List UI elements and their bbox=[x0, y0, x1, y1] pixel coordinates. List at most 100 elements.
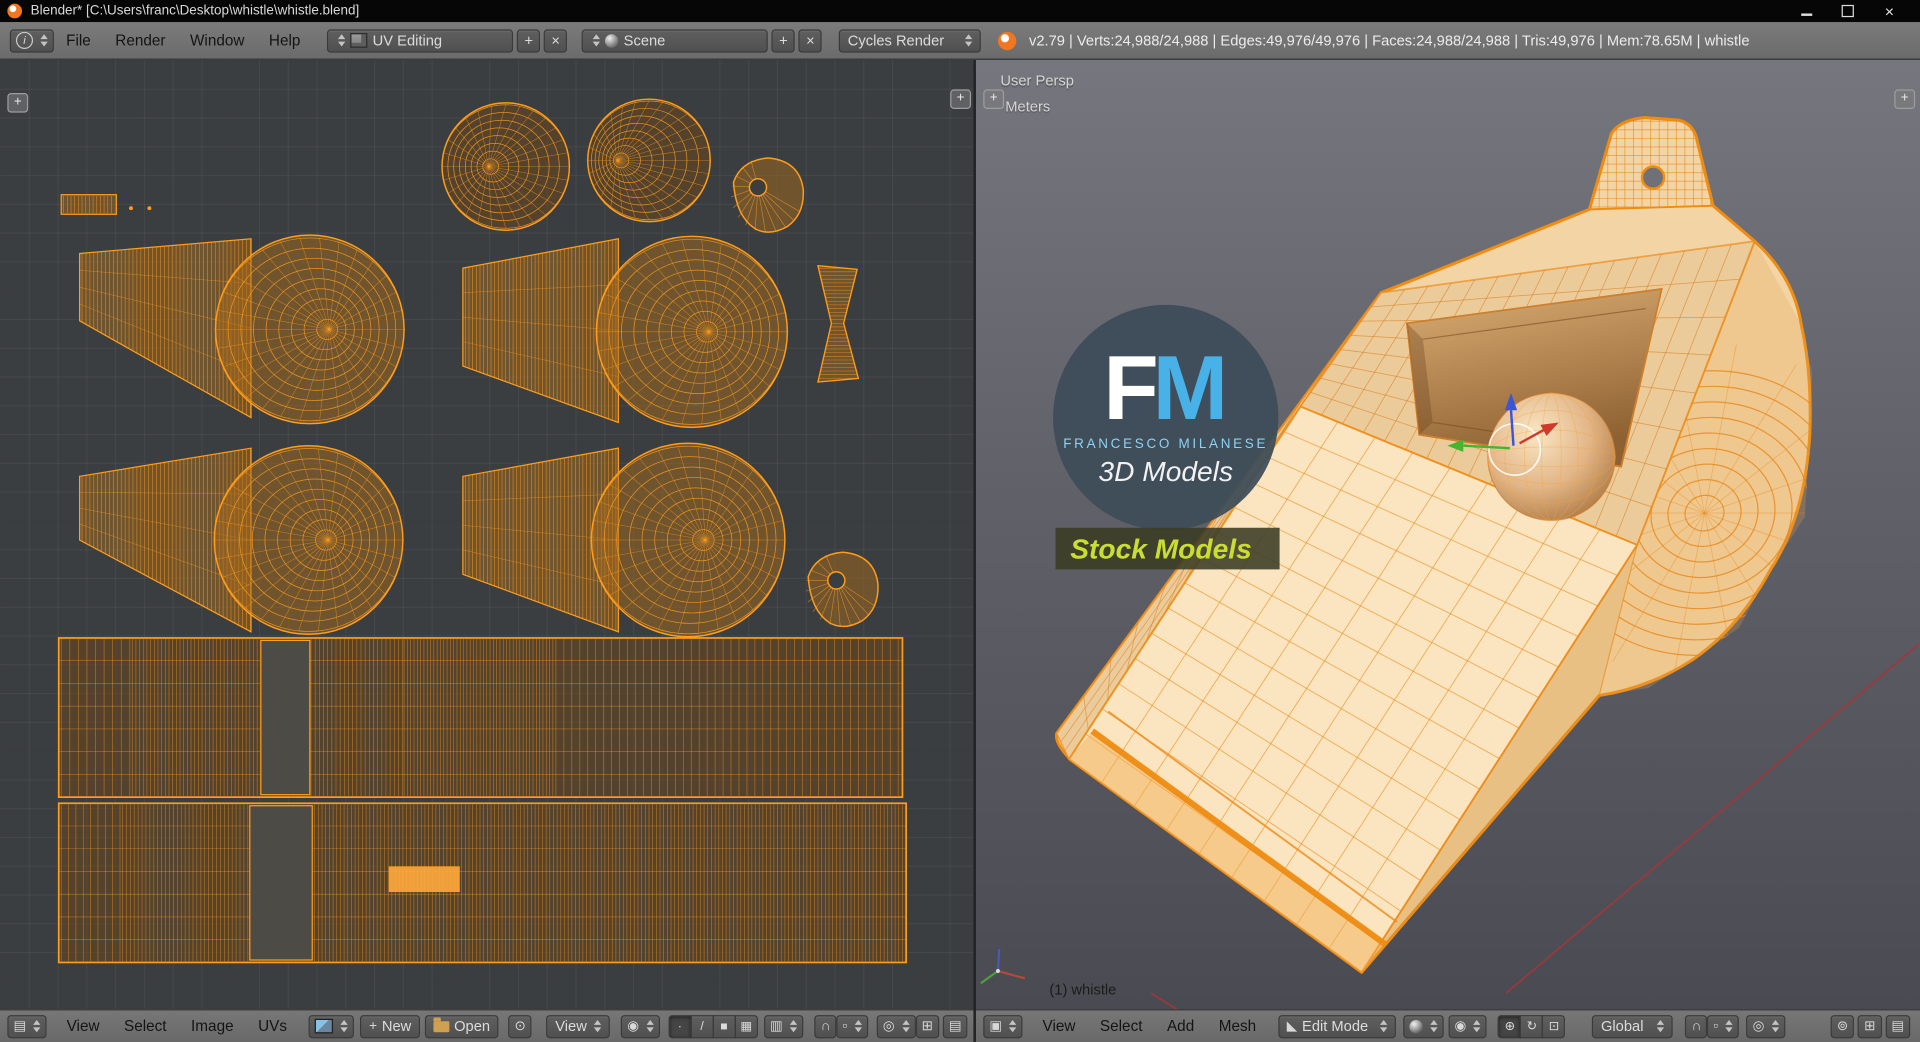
uv-edge-select-button[interactable]: / bbox=[690, 1014, 713, 1037]
spinner-icon bbox=[594, 1020, 601, 1032]
manipulator-scale-button[interactable]: ⊡ bbox=[1542, 1014, 1565, 1037]
delete-scene-button[interactable]: × bbox=[799, 29, 822, 52]
spinner-icon bbox=[1380, 1020, 1387, 1032]
spinner-icon bbox=[1474, 1020, 1481, 1032]
uv-island-select-button[interactable]: ▦ bbox=[735, 1014, 758, 1037]
uv-editor-header: ▤ View Select Image UVs + New Open ⊙ bbox=[0, 1009, 973, 1042]
proportional-edit-button[interactable]: ◎ bbox=[877, 1014, 916, 1037]
region-expand-icon[interactable]: + bbox=[1894, 89, 1915, 109]
snap-magnet-icon: ∩ bbox=[1692, 1019, 1702, 1032]
menu-view[interactable]: View bbox=[1030, 1018, 1087, 1035]
uv-vertex-select-button[interactable]: ∙ bbox=[668, 1014, 691, 1037]
proportional-icon: ◎ bbox=[883, 1019, 895, 1032]
editor-type-info-button[interactable]: i bbox=[10, 29, 54, 52]
face-select-icon: ■ bbox=[720, 1019, 727, 1032]
watermark-subtitle: FRANCESCO MILANESE bbox=[1063, 437, 1268, 452]
editor-type-3d-button[interactable]: ▣ bbox=[983, 1014, 1023, 1037]
spinner-icon bbox=[1772, 1020, 1779, 1032]
pivot-center-button[interactable]: ◉ bbox=[621, 1014, 660, 1037]
maximize-button[interactable] bbox=[1827, 0, 1869, 22]
sticky-icon: ▥ bbox=[770, 1019, 783, 1032]
render-border-button[interactable]: ⊞ bbox=[1858, 1014, 1882, 1037]
delete-layout-button[interactable]: × bbox=[544, 29, 567, 52]
spinner-icon bbox=[965, 34, 972, 46]
add-layout-button[interactable]: + bbox=[517, 29, 540, 52]
close-icon: × bbox=[551, 32, 560, 49]
menu-view[interactable]: View bbox=[54, 1018, 111, 1035]
editor-headers: ▤ View Select Image UVs + New Open ⊙ bbox=[0, 1009, 1920, 1042]
plus-icon: + bbox=[524, 32, 533, 49]
blender-logo-icon bbox=[7, 4, 22, 19]
translate-icon: ⊕ bbox=[1505, 1019, 1515, 1032]
island-select-icon: ▦ bbox=[740, 1019, 752, 1032]
spinner-icon bbox=[40, 34, 47, 46]
grid-icon: ⊞ bbox=[922, 1019, 933, 1032]
viewport-3d[interactable]: User Persp Meters (1) whistle FM FRANCES… bbox=[976, 60, 1920, 1009]
open-image-button[interactable]: Open bbox=[425, 1014, 499, 1037]
region-expand-icon[interactable]: + bbox=[950, 89, 971, 109]
spinner-icon bbox=[646, 1020, 653, 1032]
new-image-button[interactable]: + New bbox=[360, 1014, 419, 1037]
snap-target-button[interactable]: ▫ bbox=[837, 1014, 869, 1037]
menu-window[interactable]: Window bbox=[178, 32, 257, 49]
snap-toggle-button[interactable]: ∩ bbox=[1685, 1014, 1707, 1037]
scene-selector[interactable]: Scene bbox=[582, 29, 768, 52]
add-scene-button[interactable]: + bbox=[772, 29, 795, 52]
manipulator-translate-button[interactable]: ⊕ bbox=[1498, 1014, 1521, 1037]
blender-icon bbox=[998, 31, 1016, 49]
view-name-label: User Persp bbox=[1000, 72, 1074, 89]
sticky-select-button[interactable]: ▥ bbox=[764, 1014, 804, 1037]
manipulator-rotate-button[interactable]: ↻ bbox=[1520, 1014, 1543, 1037]
uv-editor[interactable]: + + bbox=[0, 60, 973, 1009]
image-icon bbox=[315, 1019, 333, 1034]
watermark-logo: FM FRANCESCO MILANESE 3D Models bbox=[1053, 305, 1278, 530]
close-button[interactable]: × bbox=[1869, 0, 1911, 22]
menu-mesh[interactable]: Mesh bbox=[1206, 1018, 1268, 1035]
menu-render[interactable]: Render bbox=[103, 32, 178, 49]
list-icon: ▤ bbox=[949, 1019, 962, 1032]
menu-add[interactable]: Add bbox=[1155, 1018, 1207, 1035]
pin-image-button[interactable]: ⊙ bbox=[508, 1014, 532, 1037]
render-preview-button[interactable]: ⊚ bbox=[1831, 1014, 1855, 1037]
render-engine-dropdown[interactable]: Cycles Render bbox=[839, 29, 981, 52]
watermark-fm: FM bbox=[1103, 347, 1228, 428]
uv-display-button[interactable]: ▤ bbox=[943, 1014, 968, 1037]
region-expand-icon[interactable]: + bbox=[983, 89, 1004, 109]
uv-face-select-button[interactable]: ■ bbox=[712, 1014, 735, 1037]
snap-toggle-button[interactable]: ∩ bbox=[815, 1014, 837, 1037]
snap-magnet-icon: ∩ bbox=[821, 1019, 831, 1032]
editor-mode-dropdown[interactable]: View bbox=[547, 1014, 610, 1037]
region-expand-icon[interactable]: + bbox=[7, 93, 28, 113]
screen-layout-selector[interactable]: UV Editing bbox=[327, 29, 513, 52]
image-browse-button[interactable] bbox=[309, 1014, 354, 1037]
orientation-dropdown[interactable]: Global bbox=[1592, 1014, 1673, 1037]
render-layers-button[interactable]: ▤ bbox=[1885, 1014, 1910, 1037]
watermark-badge: Stock Models bbox=[1056, 528, 1280, 570]
pivot-center-button[interactable]: ◉ bbox=[1448, 1014, 1487, 1037]
uv-canvas[interactable] bbox=[0, 60, 973, 1009]
scale-icon: ⊡ bbox=[1549, 1019, 1559, 1032]
plus-icon: + bbox=[779, 32, 788, 49]
menu-uvs[interactable]: UVs bbox=[246, 1018, 299, 1035]
window-title: Blender* [C:\Users\franc\Desktop\whistle… bbox=[31, 4, 360, 19]
snap-target-button[interactable]: ▫ bbox=[1707, 1014, 1739, 1037]
spinner-icon bbox=[1430, 1020, 1437, 1032]
mode-dropdown[interactable]: ◣ Edit Mode bbox=[1278, 1014, 1396, 1037]
editor-type-image-button[interactable]: ▤ bbox=[7, 1014, 47, 1037]
spinner-icon bbox=[790, 1020, 797, 1032]
viewport-shading-button[interactable] bbox=[1403, 1014, 1443, 1037]
shading-sphere-icon bbox=[1409, 1019, 1422, 1032]
menu-file[interactable]: File bbox=[54, 32, 103, 49]
menu-select[interactable]: Select bbox=[1088, 1018, 1155, 1035]
menu-help[interactable]: Help bbox=[257, 32, 313, 49]
close-icon: × bbox=[806, 32, 815, 49]
rotate-icon: ↻ bbox=[1527, 1019, 1537, 1032]
menu-image[interactable]: Image bbox=[179, 1018, 246, 1035]
minimize-button[interactable] bbox=[1785, 0, 1827, 22]
uv-overlay-button[interactable]: ⊞ bbox=[916, 1014, 940, 1037]
menu-select[interactable]: Select bbox=[112, 1018, 179, 1035]
proportional-edit-button[interactable]: ◎ bbox=[1746, 1014, 1785, 1037]
edge-select-icon: / bbox=[700, 1019, 703, 1032]
object-info-label: (1) whistle bbox=[1049, 981, 1116, 998]
title-bar: Blender* [C:\Users\franc\Desktop\whistle… bbox=[0, 0, 1920, 22]
